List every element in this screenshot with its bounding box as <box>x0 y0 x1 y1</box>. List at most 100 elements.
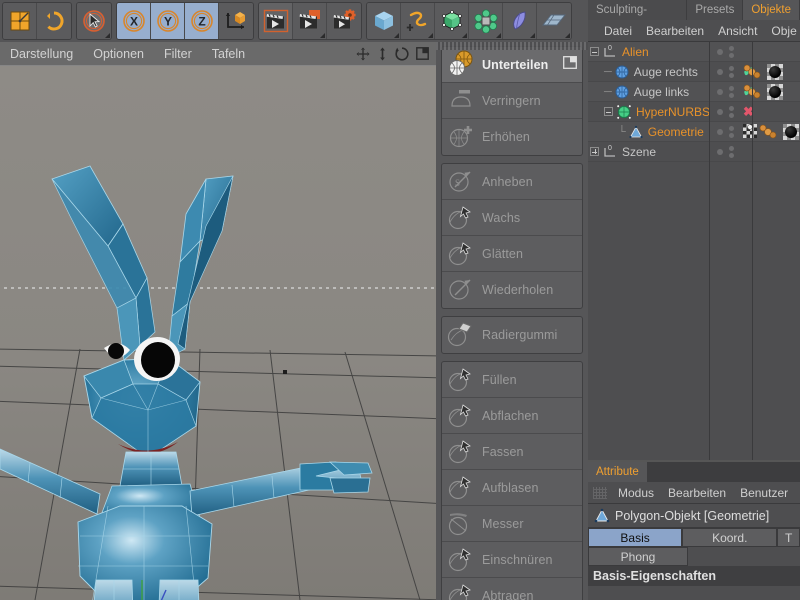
attribute-menu-bearbeiten[interactable]: Bearbeiten <box>661 482 733 504</box>
knife-tool[interactable]: Messer <box>442 506 582 542</box>
sculpt-palette-grip[interactable] <box>436 42 588 50</box>
material-tag[interactable] <box>743 63 765 82</box>
sculpt-smooth-icon-wrap <box>446 239 480 269</box>
object-row-auge-links[interactable]: ─Auge links✔ <box>588 82 800 102</box>
pull-tool[interactable]: S Anheben <box>442 164 582 200</box>
attribute-menu-benutzer[interactable]: Benutzer <box>733 482 795 504</box>
tree-branch-line: ─ <box>604 86 612 98</box>
add-generator-button[interactable] <box>435 3 469 39</box>
grab-tool[interactable]: Fassen <box>442 434 582 470</box>
visibility-dots[interactable] <box>709 126 741 138</box>
uvw-tag[interactable] <box>743 124 757 141</box>
add-cube-button[interactable] <box>367 3 401 39</box>
lock-y-axis-button[interactable]: Y <box>151 3 185 39</box>
smooth-tool[interactable]: Glätten <box>442 236 582 272</box>
subdivide-tool[interactable]: Unterteilen <box>442 47 582 83</box>
maximize-view-icon[interactable] <box>416 47 429 60</box>
add-array-button[interactable] <box>469 3 503 39</box>
render-view-button[interactable] <box>259 3 293 39</box>
lock-z-axis-button[interactable]: Z <box>185 3 219 39</box>
scrape-tool[interactable]: Abtragen <box>442 578 582 600</box>
object-row-szene[interactable]: 0Szene <box>588 142 800 162</box>
sculpt-wax-icon <box>446 203 476 231</box>
dolly-view-icon[interactable] <box>377 47 388 61</box>
visibility-dots[interactable] <box>709 46 741 58</box>
object-manager-menu-bearbeiten[interactable]: Bearbeiten <box>639 20 711 42</box>
attr-tab-koord[interactable]: Koord. <box>682 528 777 547</box>
decrease-tool[interactable]: Verringern <box>442 83 582 119</box>
object-row-alien[interactable]: 0Alien <box>588 42 800 62</box>
viewport-menubar: Darstellung Optionen Filter Tafeln <box>0 42 436 66</box>
attribute-manager-grip[interactable] <box>593 487 607 499</box>
object-manager-menubar: DateiBearbeitenAnsichtObje <box>588 20 800 42</box>
render-region-button[interactable] <box>293 3 327 39</box>
material-preview-tag[interactable] <box>767 64 783 80</box>
material-preview-tag[interactable] <box>783 124 799 140</box>
visibility-dots[interactable] <box>709 86 741 98</box>
object-tags[interactable] <box>743 82 783 102</box>
sculpt-smooth-icon <box>446 239 476 267</box>
add-scene-button[interactable] <box>537 3 571 39</box>
expand-icon[interactable] <box>590 147 599 156</box>
model-mode-button[interactable] <box>37 3 71 39</box>
material-tag[interactable] <box>743 83 765 102</box>
attr-tab-basis[interactable]: Basis <box>588 528 682 547</box>
object-tags[interactable] <box>743 62 783 82</box>
sculpt-scrape-icon <box>446 581 476 600</box>
tab-attribute[interactable]: Attribute <box>588 462 648 482</box>
attribute-menu-modus[interactable]: Modus <box>611 482 661 504</box>
basic-brush-group: S Anheben WachsGlättenWiederholen <box>441 163 583 309</box>
attr-tab-phong[interactable]: Phong <box>588 547 688 566</box>
svg-text:S: S <box>455 178 460 188</box>
lock-x-axis-button[interactable]: X <box>117 3 151 39</box>
inflate-tool[interactable]: Aufblasen <box>442 470 582 506</box>
collapse-icon[interactable] <box>590 47 599 56</box>
add-spline-button[interactable] <box>401 3 435 39</box>
3d-viewport[interactable] <box>0 66 436 600</box>
flatten-tool[interactable]: Abflachen <box>442 398 582 434</box>
make-editable-button[interactable] <box>3 3 37 39</box>
object-manager-menu-obje[interactable]: Obje <box>764 20 800 42</box>
rotate-view-icon[interactable] <box>395 47 409 61</box>
tab-presets[interactable]: Presets <box>687 0 743 20</box>
object-label: Alien <box>622 45 649 59</box>
pull-tool-label: Anheben <box>480 175 533 189</box>
attr-tab-tex[interactable]: T <box>777 528 800 547</box>
viewport-menu-filter[interactable]: Filter <box>154 42 202 66</box>
increase-tool[interactable]: Erhöhen <box>442 119 582 155</box>
repeat-tool[interactable]: Wiederholen <box>442 272 582 308</box>
material-tag[interactable] <box>759 123 781 142</box>
viewport-menu-darstellung[interactable]: Darstellung <box>0 42 83 66</box>
attribute-object-title: Polygon-Objekt [Geometrie] <box>615 509 769 523</box>
viewport-menu-optionen[interactable]: Optionen <box>83 42 154 66</box>
live-selection-button[interactable] <box>77 3 111 39</box>
material-preview-tag[interactable] <box>767 84 783 100</box>
tool-options-icon[interactable] <box>563 56 577 72</box>
fill-tool[interactable]: Füllen <box>442 362 582 398</box>
object-manager-menu-ansicht[interactable]: Ansicht <box>711 20 764 42</box>
add-deformer-button[interactable] <box>503 3 537 39</box>
tab-sculpting-layers[interactable]: Sculpting-Ebenen <box>588 0 687 20</box>
object-manager-menu-datei[interactable]: Datei <box>597 20 639 42</box>
attribute-manager-menubar: ModusBearbeitenBenutzer <box>588 482 800 504</box>
collapse-icon[interactable] <box>604 107 613 116</box>
visibility-dots[interactable] <box>709 66 741 78</box>
object-row-geometrie[interactable]: └Geometrie <box>588 122 800 142</box>
subdivision-group: UnterteilenVerringernErhöhen <box>441 46 583 156</box>
pinch-tool[interactable]: Einschnüren <box>442 542 582 578</box>
object-manager-tree[interactable]: 0Alien─Auge rechts✔─Auge links✔HyperNURB… <box>588 42 800 460</box>
visibility-dots[interactable] <box>709 146 741 158</box>
visibility-dots[interactable] <box>709 106 741 118</box>
object-manager-column-divider-1 <box>709 42 710 460</box>
render-settings-button[interactable] <box>327 3 361 39</box>
wax-tool[interactable]: Wachs <box>442 200 582 236</box>
tab-objects[interactable]: Objekte <box>743 0 800 20</box>
pan-view-icon[interactable] <box>356 47 370 61</box>
viewport-menu-tafeln[interactable]: Tafeln <box>202 42 255 66</box>
eraser-tool[interactable]: Radiergummi <box>442 317 582 353</box>
object-row-auge-rechts[interactable]: ─Auge rechts✔ <box>588 62 800 82</box>
attribute-manager-tabs: Attribute <box>588 462 800 482</box>
world-object-coordinates-button[interactable] <box>219 3 253 39</box>
object-row-hypernurbs[interactable]: HyperNURBS✖ <box>588 102 800 122</box>
toolbar-group-edit <box>2 2 72 40</box>
